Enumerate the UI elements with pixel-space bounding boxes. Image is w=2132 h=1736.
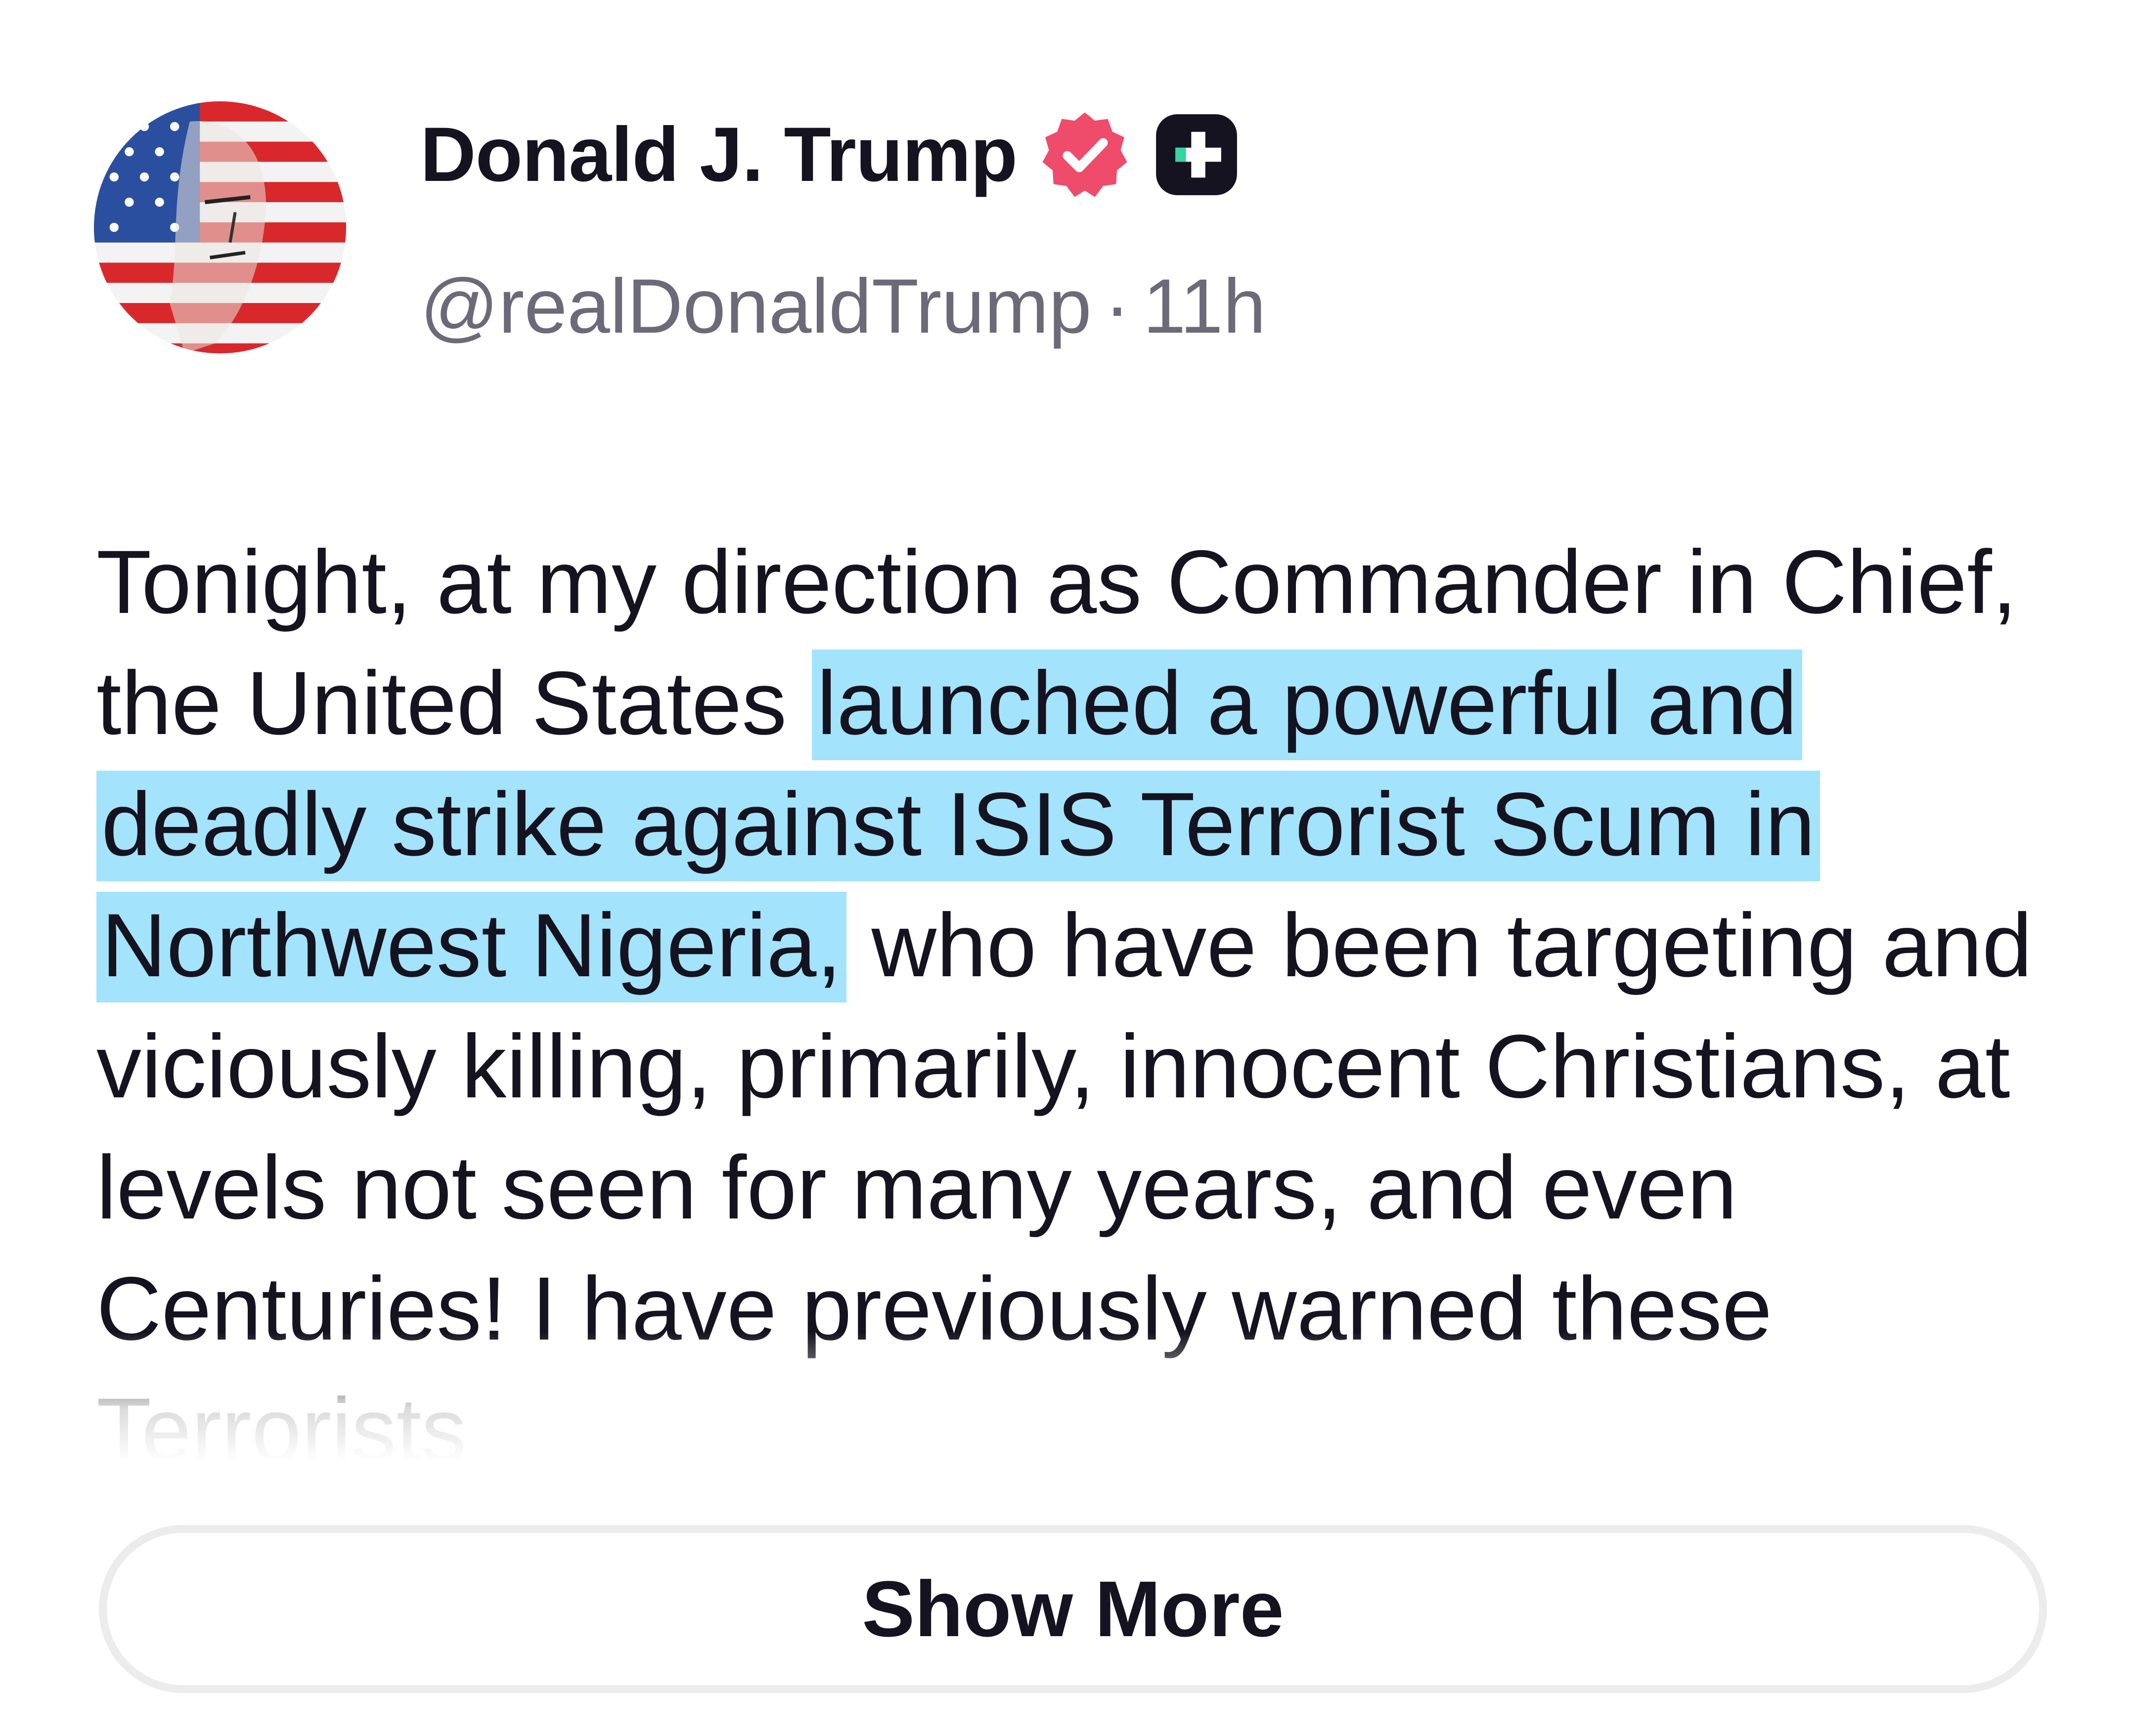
author-handle[interactable]: @realDonaldTrump — [420, 257, 1092, 356]
plus-badge-icon — [1156, 114, 1237, 195]
post-card: Donald J. Trump @realDonaldTrump · 11h T… — [0, 0, 2132, 1736]
author-avatar[interactable] — [94, 101, 346, 353]
show-more-label: Show More — [862, 1564, 1284, 1653]
flag-portrait-image — [94, 101, 346, 353]
meta-separator: · — [1104, 263, 1130, 349]
verified-check-icon — [1042, 112, 1127, 197]
author-display-name[interactable]: Donald J. Trump — [420, 108, 1018, 202]
author-name-row: Donald J. Trump — [420, 108, 1241, 202]
post-timestamp[interactable]: 11h — [1143, 257, 1266, 356]
author-meta-row: @realDonaldTrump · 11h — [420, 257, 1266, 356]
post-text: Tonight, at my direction as Commander in… — [96, 521, 2074, 1461]
post-content: Tonight, at my direction as Commander in… — [96, 521, 2074, 1461]
show-more-button[interactable]: Show More — [99, 1525, 2047, 1693]
